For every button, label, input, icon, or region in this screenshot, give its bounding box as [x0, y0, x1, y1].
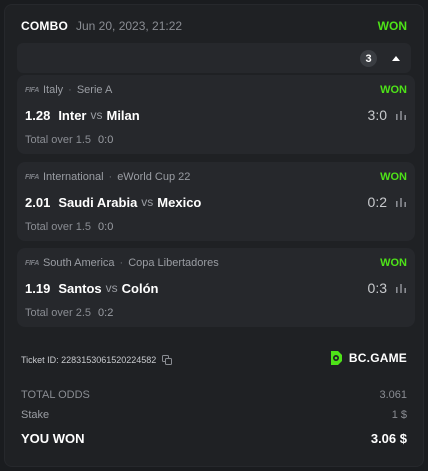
- stats-icon[interactable]: [395, 196, 407, 208]
- stats-icon[interactable]: [395, 109, 407, 121]
- bet-pick-score: 0:0: [98, 221, 114, 233]
- fifa-logo-icon: FIFA: [25, 259, 39, 267]
- bet-pick: Total over 1.5: [25, 221, 92, 233]
- dot-separator: ·: [68, 84, 72, 96]
- bet-pick-row: Total over 1.5 0:0: [25, 133, 407, 147]
- bet-card[interactable]: FIFA International · eWorld Cup 22 WON 2…: [17, 162, 415, 241]
- bet-odds: 1.19: [25, 280, 51, 296]
- match-score: 0:2: [367, 194, 387, 210]
- bet-pick-score: 0:2: [98, 307, 114, 319]
- bet-league: Serie A: [76, 84, 113, 96]
- bet-league: Copa Libertadores: [128, 257, 219, 269]
- vs-label: vs: [105, 281, 118, 295]
- chevron-up-icon[interactable]: [391, 54, 401, 62]
- match-score: 0:3: [367, 280, 387, 296]
- brand-name: BC.GAME: [348, 351, 407, 365]
- selections-count-badge: 3: [360, 50, 377, 67]
- combo-bet-panel: COMBO Jun 20, 2023, 21:22 WON 3 FIFA Ita…: [4, 4, 424, 467]
- combo-status-badge: WON: [377, 19, 407, 33]
- brand-logo: BC.GAME: [328, 350, 407, 366]
- stake-row: Stake 1 $: [21, 405, 407, 425]
- away-team: Milan: [106, 107, 140, 123]
- vs-label: vs: [90, 108, 103, 122]
- bet-pick: Total over 2.5: [25, 307, 92, 319]
- bet-status-badge: WON: [380, 257, 407, 269]
- bet-card[interactable]: FIFA Italy · Serie A WON 1.28 Inter vs M…: [17, 75, 415, 154]
- bet-match-row: 1.19 Santos vs Colón 0:3: [25, 279, 407, 297]
- bet-league: eWorld Cup 22: [117, 171, 191, 183]
- home-team: Inter: [58, 107, 87, 123]
- bet-date: Jun 20, 2023, 21:22: [76, 19, 183, 33]
- total-odds-value: 3.061: [379, 389, 407, 401]
- fifa-logo-icon: FIFA: [25, 86, 39, 94]
- fifa-logo-icon: FIFA: [25, 173, 39, 181]
- bet-slip-page: COMBO Jun 20, 2023, 21:22 WON 3 FIFA Ita…: [0, 0, 428, 471]
- bet-status-badge: WON: [380, 171, 407, 183]
- bet-status-badge: WON: [380, 84, 407, 96]
- copy-icon[interactable]: [162, 355, 173, 365]
- home-team: Saudi Arabia: [58, 194, 138, 210]
- ticket-id-row: Ticket ID: 2283153061520224582: [21, 355, 173, 365]
- selections-toggle[interactable]: 3: [17, 43, 411, 73]
- bet-region: South America: [42, 257, 115, 269]
- bet-card[interactable]: FIFA South America · Copa Libertadores W…: [17, 248, 415, 327]
- total-odds-row: TOTAL ODDS 3.061: [21, 385, 407, 405]
- dot-separator: ·: [119, 257, 124, 269]
- total-odds-label: TOTAL ODDS: [21, 389, 90, 401]
- payout-row: YOU WON 3.06 $: [21, 427, 407, 449]
- bet-match-row: 1.28 Inter vs Milan 3:0: [25, 106, 407, 124]
- bet-region: International: [42, 171, 104, 183]
- payout-value: 3.06 $: [370, 430, 407, 446]
- combo-header: COMBO Jun 20, 2023, 21:22 WON: [21, 15, 407, 37]
- bet-pick-row: Total over 1.5 0:0: [25, 220, 407, 234]
- match-score: 3:0: [367, 107, 387, 123]
- combo-title: COMBO: [21, 19, 68, 33]
- bet-pick-row: Total over 2.5 0:2: [25, 306, 407, 320]
- bet-league-row: FIFA International · eWorld Cup 22 WON: [25, 170, 407, 184]
- bet-league-row: FIFA South America · Copa Libertadores W…: [25, 256, 407, 270]
- payout-label: YOU WON: [21, 430, 85, 446]
- bc-game-logo-icon: [330, 351, 342, 365]
- ticket-id: Ticket ID: 2283153061520224582: [21, 355, 157, 365]
- bet-region: Italy: [42, 84, 64, 96]
- stake-value: 1 $: [391, 409, 407, 421]
- away-team: Mexico: [157, 194, 202, 210]
- vs-label: vs: [141, 195, 154, 209]
- bet-match-row: 2.01 Saudi Arabia vs Mexico 0:2: [25, 193, 407, 211]
- bet-league-row: FIFA Italy · Serie A WON: [25, 83, 407, 97]
- stake-label: Stake: [21, 409, 50, 421]
- away-team: Colón: [121, 280, 159, 296]
- bet-summary: TOTAL ODDS 3.061 Stake 1 $ YOU WON 3.06 …: [21, 385, 407, 449]
- home-team: Santos: [58, 280, 102, 296]
- bet-odds: 2.01: [25, 194, 51, 210]
- bet-pick: Total over 1.5: [25, 134, 92, 146]
- bet-pick-score: 0:0: [98, 134, 114, 146]
- bet-odds: 1.28: [25, 107, 51, 123]
- stats-icon[interactable]: [395, 282, 407, 294]
- dot-separator: ·: [108, 171, 113, 183]
